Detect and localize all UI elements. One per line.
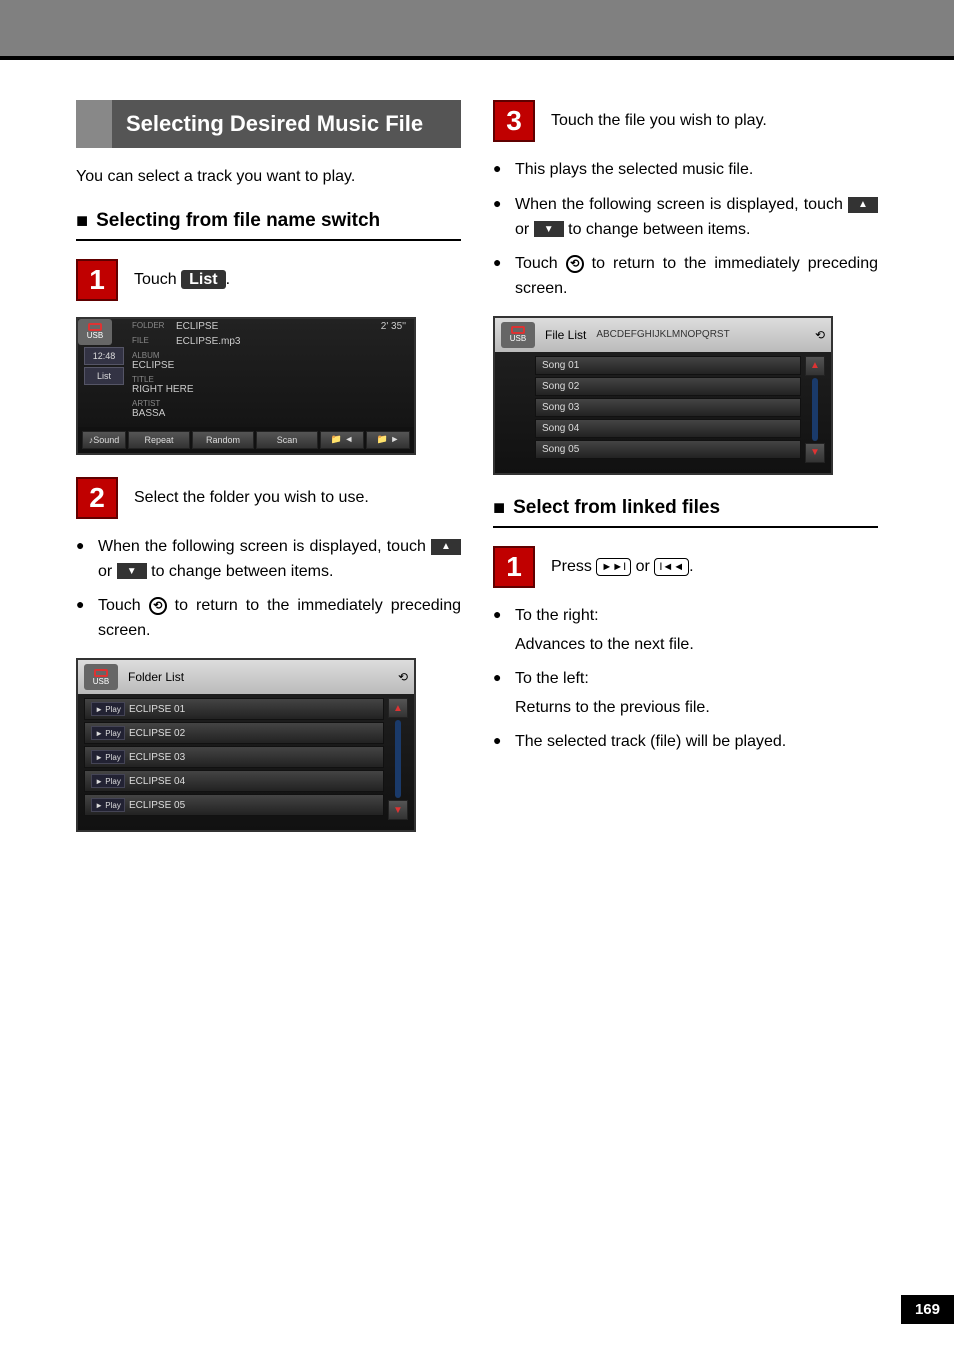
usb-icon: USB xyxy=(78,319,112,345)
right-bullets: This plays the selected music file. When… xyxy=(493,158,878,302)
folder-list-screenshot: USB Folder List ⟲ ► PlayECLIPSE 01 ► Pla… xyxy=(76,658,416,832)
sub2-step-1-badge: 1 xyxy=(493,546,535,588)
file-row[interactable]: Song 04 xyxy=(535,419,801,438)
right-column: 3 Touch the file you wish to play. This … xyxy=(493,100,878,854)
scrollbar[interactable]: ▲ ▼ xyxy=(388,698,408,820)
divider xyxy=(76,239,461,241)
play-button[interactable]: ► Play xyxy=(91,702,125,716)
sub2-bullet-1: To the right: Advances to the next file. xyxy=(493,604,878,657)
left-bullet-1: When the following screen is displayed, … xyxy=(76,535,461,585)
sub-heading-1: ■ Selecting from file name switch xyxy=(76,210,461,233)
play-button[interactable]: ► Play xyxy=(91,798,125,812)
step-2: 2 Select the folder you wish to use. xyxy=(76,477,461,519)
file-row[interactable]: Song 02 xyxy=(535,377,801,396)
return-icon: ⟲ xyxy=(566,255,584,273)
now-playing-screenshot: USB 12:48 List FOLDERECLIPSE2' 35'' FILE… xyxy=(76,317,416,455)
next-track-key-icon: ►►I xyxy=(596,558,631,576)
sub2-bullet-1-body: Advances to the next file. xyxy=(515,633,878,657)
file-row[interactable]: Song 05 xyxy=(535,440,801,459)
right-bullet-2: When the following screen is displayed, … xyxy=(493,193,878,243)
intro-text: You can select a track you want to play. xyxy=(76,166,461,188)
list-button[interactable]: List xyxy=(84,367,124,385)
clock-indicator: 12:48 xyxy=(84,347,124,365)
step-2-badge: 2 xyxy=(76,477,118,519)
sub-heading-1-text: Selecting from file name switch xyxy=(96,210,380,232)
step-1: 1 Touch List. xyxy=(76,259,461,301)
folder-list-title: Folder List xyxy=(128,670,184,684)
file-list-title: File List xyxy=(545,328,586,342)
folder-next-button[interactable]: 📁 ► xyxy=(366,431,410,449)
folder-prev-button[interactable]: 📁 ◄ xyxy=(320,431,364,449)
right-bullet-1: This plays the selected music file. xyxy=(493,158,878,183)
list-key-label: List xyxy=(181,270,225,289)
usb-icon: USB xyxy=(84,664,118,690)
down-arrow-icon: ▼ xyxy=(534,221,564,237)
file-list-sub: ABCDEFGHIJKLMNOPQRST xyxy=(596,329,729,340)
page-number: 169 xyxy=(901,1295,954,1324)
folder-row[interactable]: ► PlayECLIPSE 04 xyxy=(84,770,384,792)
step-1-badge: 1 xyxy=(76,259,118,301)
up-arrow-icon: ▲ xyxy=(848,197,878,213)
folder-row[interactable]: ► PlayECLIPSE 03 xyxy=(84,746,384,768)
step-3: 3 Touch the file you wish to play. xyxy=(493,100,878,142)
return-icon: ⟲ xyxy=(149,597,167,615)
random-button[interactable]: Random xyxy=(192,431,254,449)
folder-row[interactable]: ► PlayECLIPSE 05 xyxy=(84,794,384,816)
back-icon[interactable]: ⟲ xyxy=(398,670,408,684)
step-1-text: Touch List. xyxy=(134,271,461,289)
play-button[interactable]: ► Play xyxy=(91,750,125,764)
left-column: Selecting Desired Music File You can sel… xyxy=(76,100,461,854)
sub-heading-2-text: Select from linked files xyxy=(513,497,720,519)
bottom-button-row: ♪Sound Repeat Random Scan 📁 ◄ 📁 ► xyxy=(78,427,414,453)
file-list-screenshot: USB File List ABCDEFGHIJKLMNOPQRST ⟲ Son… xyxy=(493,316,833,475)
sub2-step-1: 1 Press ►►I or I◄◄. xyxy=(493,546,878,588)
prev-track-key-icon: I◄◄ xyxy=(654,558,689,576)
repeat-button[interactable]: Repeat xyxy=(128,431,190,449)
step-1-post: . xyxy=(226,271,230,288)
sub2-bullet-2-body: Returns to the previous file. xyxy=(515,696,878,720)
step-3-text: Touch the file you wish to play. xyxy=(551,112,878,130)
back-icon[interactable]: ⟲ xyxy=(815,328,825,342)
scroll-up-icon[interactable]: ▲ xyxy=(388,698,408,718)
divider xyxy=(493,526,878,528)
folder-row[interactable]: ► PlayECLIPSE 01 xyxy=(84,698,384,720)
up-arrow-icon: ▲ xyxy=(431,539,461,555)
play-button[interactable]: ► Play xyxy=(91,774,125,788)
scroll-down-icon[interactable]: ▼ xyxy=(805,443,825,463)
sound-button[interactable]: ♪Sound xyxy=(82,431,126,449)
play-button[interactable]: ► Play xyxy=(91,726,125,740)
sub2-bullet-3: The selected track (file) will be played… xyxy=(493,730,878,755)
step-1-pre: Touch xyxy=(134,271,181,288)
file-row[interactable]: Song 03 xyxy=(535,398,801,417)
usb-icon: USB xyxy=(501,322,535,348)
down-arrow-icon: ▼ xyxy=(117,563,147,579)
folder-row[interactable]: ► PlayECLIPSE 02 xyxy=(84,722,384,744)
scan-button[interactable]: Scan xyxy=(256,431,318,449)
scroll-up-icon[interactable]: ▲ xyxy=(805,356,825,376)
sub2-bullet-2: To the left: Returns to the previous fil… xyxy=(493,667,878,720)
sub-heading-2: ■ Select from linked files xyxy=(493,497,878,520)
square-bullet-icon: ■ xyxy=(493,497,505,520)
section-title: Selecting Desired Music File xyxy=(76,100,461,148)
left-bullet-2: Touch ⟲ to return to the immediately pre… xyxy=(76,594,461,644)
sub2-bullets: To the right: Advances to the next file.… xyxy=(493,604,878,754)
scrollbar[interactable]: ▲ ▼ xyxy=(805,356,825,463)
scroll-down-icon[interactable]: ▼ xyxy=(388,800,408,820)
square-bullet-icon: ■ xyxy=(76,210,88,233)
step-3-badge: 3 xyxy=(493,100,535,142)
section-title-text: Selecting Desired Music File xyxy=(112,100,461,148)
left-bullets: When the following screen is displayed, … xyxy=(76,535,461,644)
sub2-step-1-text: Press ►►I or I◄◄. xyxy=(551,558,878,576)
page-header-bar xyxy=(0,0,954,60)
right-bullet-3: Touch ⟲ to return to the immediately pre… xyxy=(493,252,878,302)
file-row[interactable]: Song 01 xyxy=(535,356,801,375)
step-2-text: Select the folder you wish to use. xyxy=(134,489,461,507)
